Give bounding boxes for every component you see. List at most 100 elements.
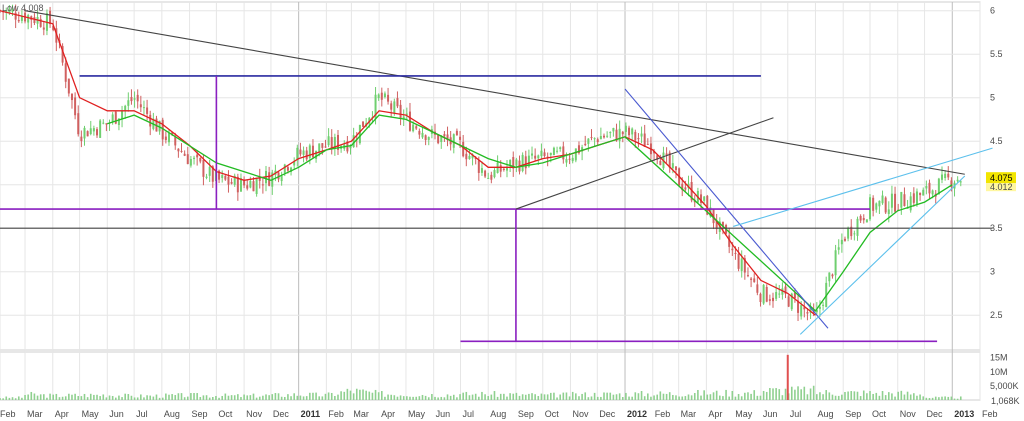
volume-bar [299,395,302,400]
volume-bar [828,392,831,400]
candle-body [956,179,959,182]
volume-bar [196,393,198,400]
volume-bar [80,396,83,400]
volume-bar [478,396,480,400]
candle-body [571,157,574,162]
volume-bar [903,394,906,400]
candle-body [596,139,599,143]
volume-bar [600,396,602,400]
candle-body [621,131,624,135]
volume-bar [534,394,536,400]
candle-body [665,153,668,155]
volume-bar [916,395,918,400]
volume-bar [656,394,659,400]
volume-bar [43,394,45,400]
candle-body [659,160,662,166]
y-tick-label: 5.5 [990,49,1003,59]
volume-bar [24,394,26,400]
candle-body [674,166,677,171]
volume-bar [434,396,436,400]
x-tick-label: Feb [328,409,344,419]
candle-body [418,130,421,135]
candle-body [393,101,396,114]
candle-body [305,150,308,160]
volume-bar [822,394,824,400]
volume-bar [359,389,361,400]
low-label: Low 4.008 [2,3,44,13]
volume-bar [628,396,630,400]
volume-bar [568,396,571,400]
volume-bar [199,397,202,400]
y-tick-label: 5 [990,93,995,103]
candle-body [903,194,906,207]
candle-body [756,284,759,293]
volume-bar [941,396,943,400]
candle-body [922,189,925,196]
volume-bar [384,396,386,400]
volume-bar [781,395,784,400]
x-tick-label: Nov [572,409,589,419]
volume-bar [528,393,530,400]
candle-body [587,138,590,144]
volume-bar [212,396,214,400]
candle-body [465,153,468,160]
candle-body [865,219,868,223]
volume-bar [136,397,139,400]
volume-bar [934,396,937,400]
volume-bar [643,396,646,400]
volume-bar [205,395,208,400]
candle-body [628,127,631,136]
candle-body [321,143,324,148]
volume-bar [309,392,311,400]
volume-bar [753,390,756,400]
volume-bar [734,396,737,400]
candle-body [424,135,427,141]
volume-bar [938,397,940,400]
volume-bar [355,388,358,400]
candle-body [584,143,587,146]
volume-bar [474,393,477,400]
volume-bar [302,396,305,400]
candle-body [164,136,167,141]
volume-bar [140,394,142,400]
candle-body [246,185,249,189]
candle-body [574,148,577,161]
volume-bar [844,391,846,400]
volume-bar [55,393,58,400]
candle-body [105,123,108,125]
candle-body [130,97,133,102]
candle-body [646,143,649,145]
volume-bar [89,393,92,400]
volume-bar [240,397,242,400]
candle-body [208,166,211,176]
candle-body [806,312,809,314]
volume-bar [224,393,227,400]
volume-bar [421,394,424,400]
x-tick-label: 2012 [627,409,647,419]
volume-bar [161,397,164,400]
candle-body [931,190,934,195]
candle-body [452,134,455,148]
volume-bar [449,395,452,400]
volume-bar [556,397,558,400]
volume-bar [312,392,314,400]
candle-body [493,170,496,178]
volume-bar [756,395,759,400]
candle-body [940,174,943,180]
volume-bar [183,397,186,400]
volume-bar [130,395,133,400]
volume-bar [872,393,874,400]
volume-bar [634,392,637,400]
volume-bar [956,398,959,400]
volume-bar [718,395,721,400]
candle-body [800,305,803,317]
candle-body [568,158,571,160]
candle-body [684,187,687,190]
volume-bar [800,389,802,400]
candle-body [352,135,355,148]
volume-bar [728,396,730,400]
volume-bar [33,393,36,400]
volume-bar [740,396,743,400]
x-tick-label: Aug [164,409,180,419]
candle-body [753,278,756,283]
